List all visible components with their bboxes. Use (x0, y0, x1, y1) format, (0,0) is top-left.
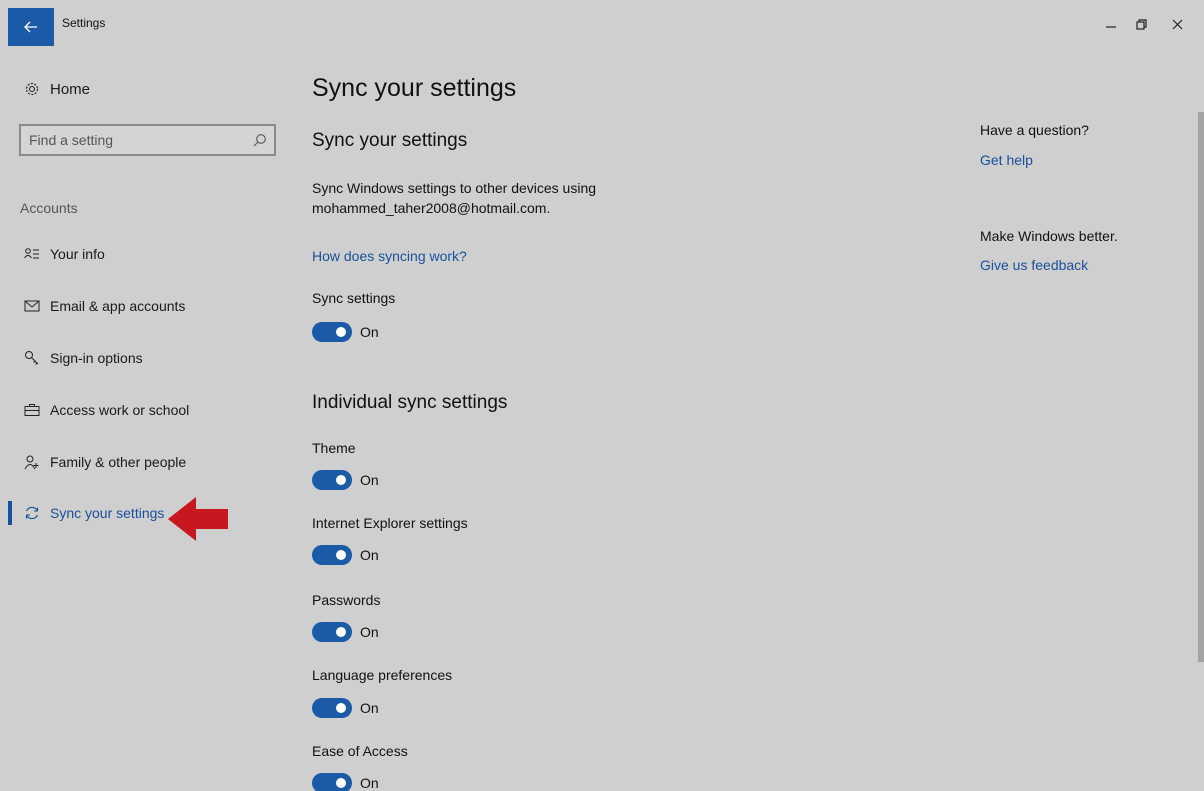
give-feedback-link[interactable]: Give us feedback (980, 257, 1088, 273)
sync-settings-label: Sync settings (312, 290, 396, 306)
briefcase-icon (20, 403, 44, 417)
toggle-knob (336, 550, 346, 560)
sidebar-item-label: Your info (50, 246, 105, 262)
back-arrow-icon (24, 21, 37, 33)
sidebar-item-label: Sign-in options (50, 350, 143, 366)
language-preferences-toggle[interactable] (312, 698, 352, 718)
description-email: mohammed_taher2008@hotmail.com. (312, 200, 551, 216)
minimize-button[interactable] (1096, 14, 1126, 34)
page-title: Sync your settings (312, 74, 517, 102)
passwords-toggle[interactable] (312, 622, 352, 642)
sync-settings-toggle[interactable] (312, 322, 352, 342)
description-line: Sync Windows settings to other devices u… (312, 180, 597, 196)
close-icon (1172, 19, 1182, 29)
sidebar-item-label: Sync your settings (50, 505, 165, 521)
person-add-icon (20, 454, 44, 470)
mail-icon (20, 300, 44, 312)
sidebar-item-work-school[interactable]: Access work or school (20, 398, 189, 422)
key-icon (20, 350, 44, 366)
scrollbar[interactable] (1198, 112, 1204, 662)
sidebar-item-label: Email & app accounts (50, 298, 186, 314)
settings-window: Settings Home Find a setting Accounts Yo… (0, 0, 1204, 791)
title-bar: Settings (0, 0, 1204, 46)
theme-toggle[interactable] (312, 470, 352, 490)
sync-icon (20, 505, 44, 521)
toggle-state: On (360, 700, 379, 716)
passwords-label: Passwords (312, 592, 381, 608)
individual-sync-title: Individual sync settings (312, 392, 508, 413)
active-indicator (8, 501, 12, 525)
search-input[interactable] (21, 126, 246, 154)
toggle-knob (336, 475, 346, 485)
nav-section-accounts: Accounts (20, 200, 78, 216)
red-arrow-annotation-icon (168, 497, 228, 541)
close-button[interactable] (1162, 14, 1192, 34)
nav-home[interactable]: Home (20, 78, 90, 100)
get-help-link[interactable]: Get help (980, 152, 1033, 168)
ie-settings-label: Internet Explorer settings (312, 515, 468, 531)
ease-of-access-label: Ease of Access (312, 743, 408, 759)
sync-description: Sync Windows settings to other devices u… (312, 178, 596, 218)
toggle-state: On (360, 547, 379, 563)
sidebar-item-sync-settings[interactable]: Sync your settings (20, 501, 164, 525)
gear-icon (20, 81, 44, 97)
toggle-knob (336, 327, 346, 337)
ease-of-access-toggle[interactable] (312, 773, 352, 791)
sidebar-item-sign-in-options[interactable]: Sign-in options (20, 346, 143, 370)
section-title: Sync your settings (312, 130, 468, 151)
search-icon[interactable] (246, 133, 274, 147)
toggle-state: On (360, 472, 379, 488)
toggle-knob (336, 703, 346, 713)
sidebar-item-your-info[interactable]: Your info (20, 242, 105, 266)
app-title: Settings (62, 16, 106, 30)
toggle-state: On (360, 324, 379, 340)
restore-icon (1135, 18, 1147, 30)
back-button[interactable] (8, 8, 54, 46)
toggle-state: On (360, 775, 379, 791)
theme-label: Theme (312, 440, 356, 456)
person-list-icon (20, 247, 44, 261)
have-question-heading: Have a question? (980, 122, 1089, 138)
toggle-knob (336, 778, 346, 788)
ie-settings-toggle[interactable] (312, 545, 352, 565)
minimize-icon (1106, 26, 1116, 28)
language-preferences-label: Language preferences (312, 667, 453, 683)
restore-button[interactable] (1126, 14, 1156, 34)
search-box[interactable] (19, 124, 276, 156)
toggle-state: On (360, 624, 379, 640)
nav-home-label: Home (50, 80, 91, 98)
toggle-knob (336, 627, 346, 637)
how-syncing-works-link[interactable]: How does syncing work? (312, 248, 467, 264)
sidebar-item-family[interactable]: Family & other people (20, 450, 186, 474)
sidebar-item-label: Access work or school (50, 402, 190, 418)
make-windows-better-heading: Make Windows better. (980, 228, 1118, 244)
sidebar-item-label: Family & other people (50, 454, 187, 470)
sidebar-item-email-accounts[interactable]: Email & app accounts (20, 294, 185, 318)
